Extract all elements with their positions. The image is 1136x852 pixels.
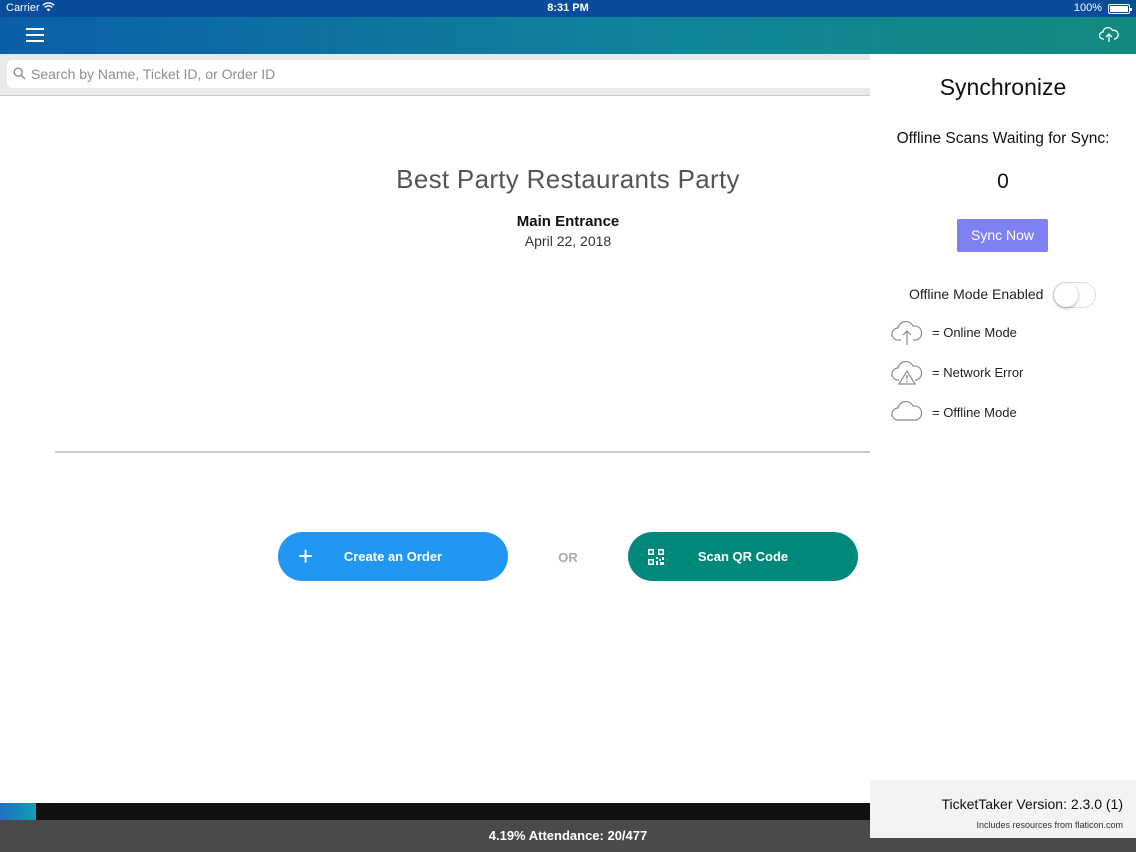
offline-mode-toggle[interactable]	[1053, 282, 1096, 308]
attendance-progress-fill	[0, 803, 37, 820]
status-bar: Carrier 8:31 PM 100%	[0, 0, 1136, 17]
status-time: 8:31 PM	[547, 2, 589, 14]
sync-now-button[interactable]: Sync Now	[957, 219, 1048, 252]
battery-icon	[1108, 4, 1132, 14]
nav-bar	[0, 17, 1136, 54]
or-separator: OR	[558, 550, 578, 565]
create-order-button[interactable]: + Create an Order	[278, 532, 508, 581]
scan-qr-button[interactable]: Scan QR Code	[628, 532, 858, 581]
legend-network-error: = Network Error	[932, 365, 1024, 380]
offline-scans-count: 0	[997, 170, 1009, 193]
offline-mode-label: Offline Mode Enabled	[909, 286, 1044, 302]
resource-credits: Includes resources from flaticon.com	[976, 820, 1123, 830]
scan-qr-label: Scan QR Code	[697, 549, 789, 564]
search-input[interactable]	[31, 60, 851, 88]
cloud-upload-icon[interactable]	[1098, 26, 1119, 44]
sync-panel-title: Synchronize	[939, 74, 1067, 100]
divider	[55, 451, 870, 453]
attendance-progress-bar	[0, 803, 870, 820]
battery-percent: 100%	[1073, 2, 1102, 14]
search-field[interactable]	[7, 60, 877, 88]
offline-scans-label: Offline Scans Waiting for Sync:	[896, 130, 1110, 147]
cloud-icon	[890, 398, 924, 426]
app-version: TicketTaker Version: 2.3.0 (1)	[941, 796, 1123, 812]
search-icon	[13, 67, 26, 85]
search-bar-container	[0, 54, 877, 96]
create-order-label: Create an Order	[343, 549, 443, 564]
legend-online-mode: = Online Mode	[932, 325, 1017, 340]
cloud-warning-icon	[890, 358, 924, 386]
hamburger-menu-icon[interactable]	[26, 28, 44, 42]
legend-offline-mode: = Offline Mode	[932, 405, 1017, 420]
cloud-upload-icon	[890, 318, 924, 346]
